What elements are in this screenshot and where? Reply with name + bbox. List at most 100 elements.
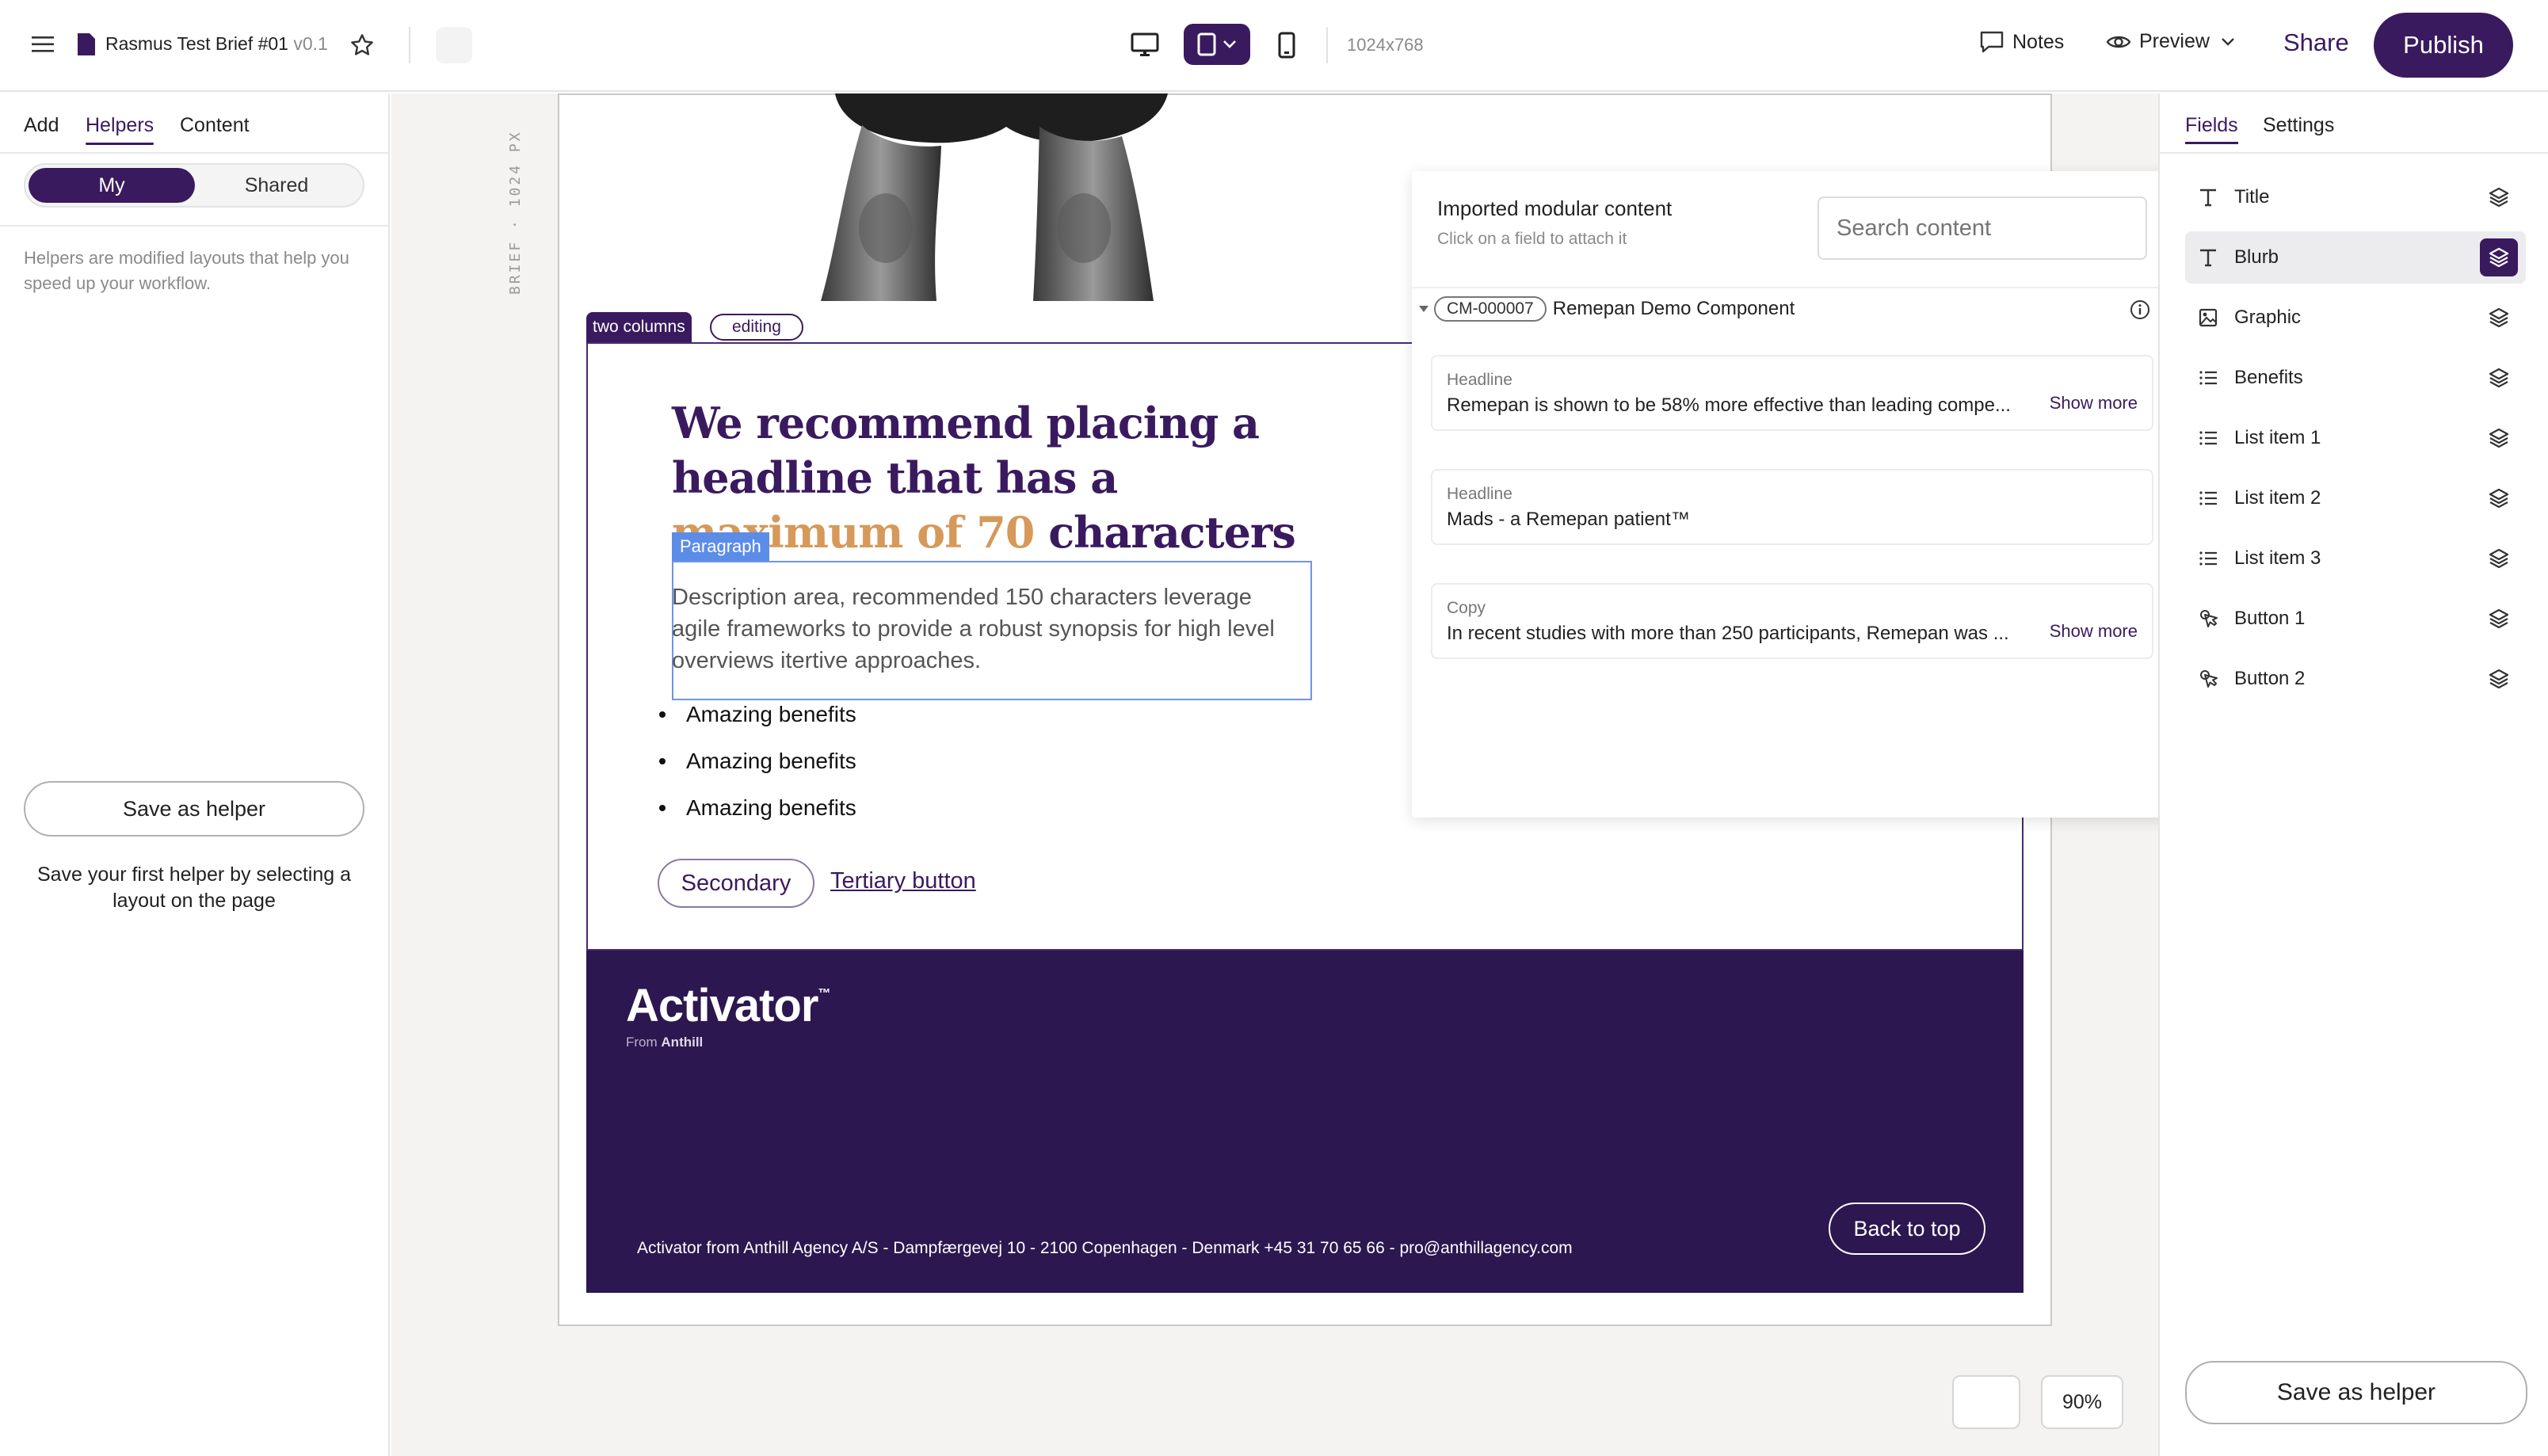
card-label: Copy: [1447, 599, 1486, 617]
list-icon: [2196, 366, 2220, 390]
field-row[interactable]: Button 2: [2185, 653, 2526, 705]
layers-icon[interactable]: [2480, 178, 2518, 216]
save-as-helper-button[interactable]: Save as helper: [24, 781, 364, 837]
list-icon: [2196, 426, 2220, 450]
card-value: In recent studies with more than 250 par…: [1447, 623, 2009, 644]
field-row[interactable]: List item 3: [2185, 532, 2526, 585]
field-row[interactable]: Title: [2185, 171, 2526, 223]
brand-name: Activator: [626, 980, 818, 1031]
field-row[interactable]: Blurb: [2185, 231, 2526, 284]
segment-divider: [0, 225, 388, 227]
segment-my[interactable]: My: [29, 168, 195, 203]
notes-icon: [1980, 31, 2004, 53]
right-tabs-divider: [2160, 152, 2548, 154]
tab-add[interactable]: Add: [24, 114, 59, 137]
layers-icon[interactable]: [2480, 359, 2518, 397]
layout-headline[interactable]: We recommend placing a headline that has…: [672, 396, 1322, 560]
layers-icon[interactable]: [2480, 479, 2518, 517]
save-as-helper-button-right[interactable]: Save as helper: [2185, 1361, 2527, 1424]
preview-button[interactable]: Preview: [2106, 30, 2235, 53]
notes-button[interactable]: Notes: [1979, 30, 2064, 54]
helpers-scope-toggle: My Shared: [24, 163, 364, 208]
hero-image[interactable]: [818, 93, 1177, 301]
favorite-star-icon[interactable]: [347, 30, 377, 60]
list-icon: [2196, 486, 2220, 510]
tab-helpers[interactable]: Helpers: [86, 114, 154, 145]
field-name: List item 1: [2234, 427, 2321, 448]
resolution-label: 1024x768: [1347, 35, 1424, 55]
field-name: Benefits: [2234, 367, 2303, 388]
field-name: Title: [2234, 186, 2270, 208]
field-name: Button 1: [2234, 608, 2306, 629]
blank-tool-button[interactable]: [436, 27, 472, 63]
benefit-item[interactable]: Amazing benefits: [659, 795, 856, 821]
tertiary-button[interactable]: Tertiary button: [830, 868, 976, 894]
field-row[interactable]: Button 1: [2185, 593, 2526, 645]
card-label: Headline: [1447, 485, 1512, 503]
footer-address: Activator from Anthill Agency A/S - Damp…: [637, 1239, 1573, 1257]
mobile-view-icon[interactable]: [1272, 29, 1301, 62]
card-value: Mads - a Remepan patient™: [1447, 509, 1690, 530]
component-id-badge: CM-000007: [1434, 296, 1547, 322]
zoom-level[interactable]: 90%: [2041, 1375, 2123, 1429]
document-version: v0.1: [293, 33, 328, 54]
imported-panel-subtitle: Click on a field to attach it: [1437, 230, 1627, 248]
publish-button[interactable]: Publish: [2374, 13, 2513, 78]
ruler-label: BRIEF · 1024 PX: [507, 130, 524, 295]
layout-type-tag: two columns: [586, 312, 692, 342]
field-row[interactable]: List item 2: [2185, 472, 2526, 524]
benefit-item[interactable]: Amazing benefits: [659, 749, 856, 774]
share-button[interactable]: Share: [2283, 29, 2349, 57]
content-card[interactable]: Copy In recent studies with more than 25…: [1431, 583, 2153, 659]
layers-icon[interactable]: [2480, 660, 2518, 698]
content-card[interactable]: Headline Mads - a Remepan patient™: [1431, 469, 2153, 545]
field-name: Button 2: [2234, 668, 2306, 689]
chevron-down-icon: [1223, 40, 1236, 48]
field-row[interactable]: Graphic: [2185, 292, 2526, 344]
layers-icon[interactable]: [2480, 299, 2518, 337]
layers-icon[interactable]: [2480, 539, 2518, 577]
field-name: List item 3: [2234, 547, 2321, 569]
layers-icon[interactable]: [2480, 600, 2518, 638]
tablet-view-button[interactable]: [1184, 24, 1250, 65]
benefit-text: Amazing benefits: [686, 749, 856, 773]
tabs-divider: [0, 152, 388, 154]
chevron-down-icon: [2222, 37, 2234, 46]
imported-panel-title: Imported modular content: [1437, 196, 1673, 220]
save-helper-hint: Save your first helper by selecting a la…: [36, 863, 352, 912]
text-icon: [2196, 185, 2220, 209]
search-content-input[interactable]: [1818, 196, 2147, 260]
field-row[interactable]: List item 1: [2185, 412, 2526, 464]
content-card[interactable]: Headline Remepan is shown to be 58% more…: [1431, 355, 2153, 431]
menu-icon[interactable]: [29, 30, 57, 59]
brand-trademark: ™: [818, 987, 830, 1001]
brand-subtitle: From Anthill: [626, 1035, 703, 1050]
back-to-top-button[interactable]: Back to top: [1829, 1203, 1985, 1255]
top-bar: Rasmus Test Brief #01 v0.1 1024x768 Note…: [0, 0, 2548, 92]
left-sidebar: Add Helpers Content My Shared Helpers ar…: [0, 93, 390, 1456]
show-more-link[interactable]: Show more: [2050, 393, 2138, 414]
benefit-text: Amazing benefits: [686, 795, 856, 820]
show-more-link[interactable]: Show more: [2050, 621, 2138, 642]
paragraph-tag: Paragraph: [672, 532, 769, 561]
document-title[interactable]: Rasmus Test Brief #01 v0.1: [105, 33, 328, 55]
notes-label: Notes: [2012, 30, 2065, 53]
image-icon: [2196, 306, 2220, 330]
field-row[interactable]: Benefits: [2185, 352, 2526, 404]
tab-settings[interactable]: Settings: [2263, 114, 2334, 137]
info-icon[interactable]: [2128, 298, 2152, 322]
desktop-view-icon[interactable]: [1128, 29, 1161, 62]
component-name: Remepan Demo Component: [1552, 298, 1795, 319]
component-row[interactable]: CM-000007 Remepan Demo Component: [1418, 296, 1795, 322]
tab-content[interactable]: Content: [180, 114, 250, 137]
layers-icon[interactable]: [2480, 238, 2518, 276]
bullet-dot: [659, 711, 666, 718]
segment-shared[interactable]: Shared: [193, 168, 360, 203]
pointer-icon: [2196, 607, 2220, 631]
layers-icon[interactable]: [2480, 419, 2518, 457]
secondary-button[interactable]: Secondary: [658, 859, 814, 908]
tab-fields[interactable]: Fields: [2185, 114, 2238, 144]
zoom-blank-control[interactable]: [1952, 1375, 2020, 1429]
paragraph-text[interactable]: Description area, recommended 150 charac…: [672, 581, 1306, 677]
benefit-item[interactable]: Amazing benefits: [659, 702, 856, 727]
